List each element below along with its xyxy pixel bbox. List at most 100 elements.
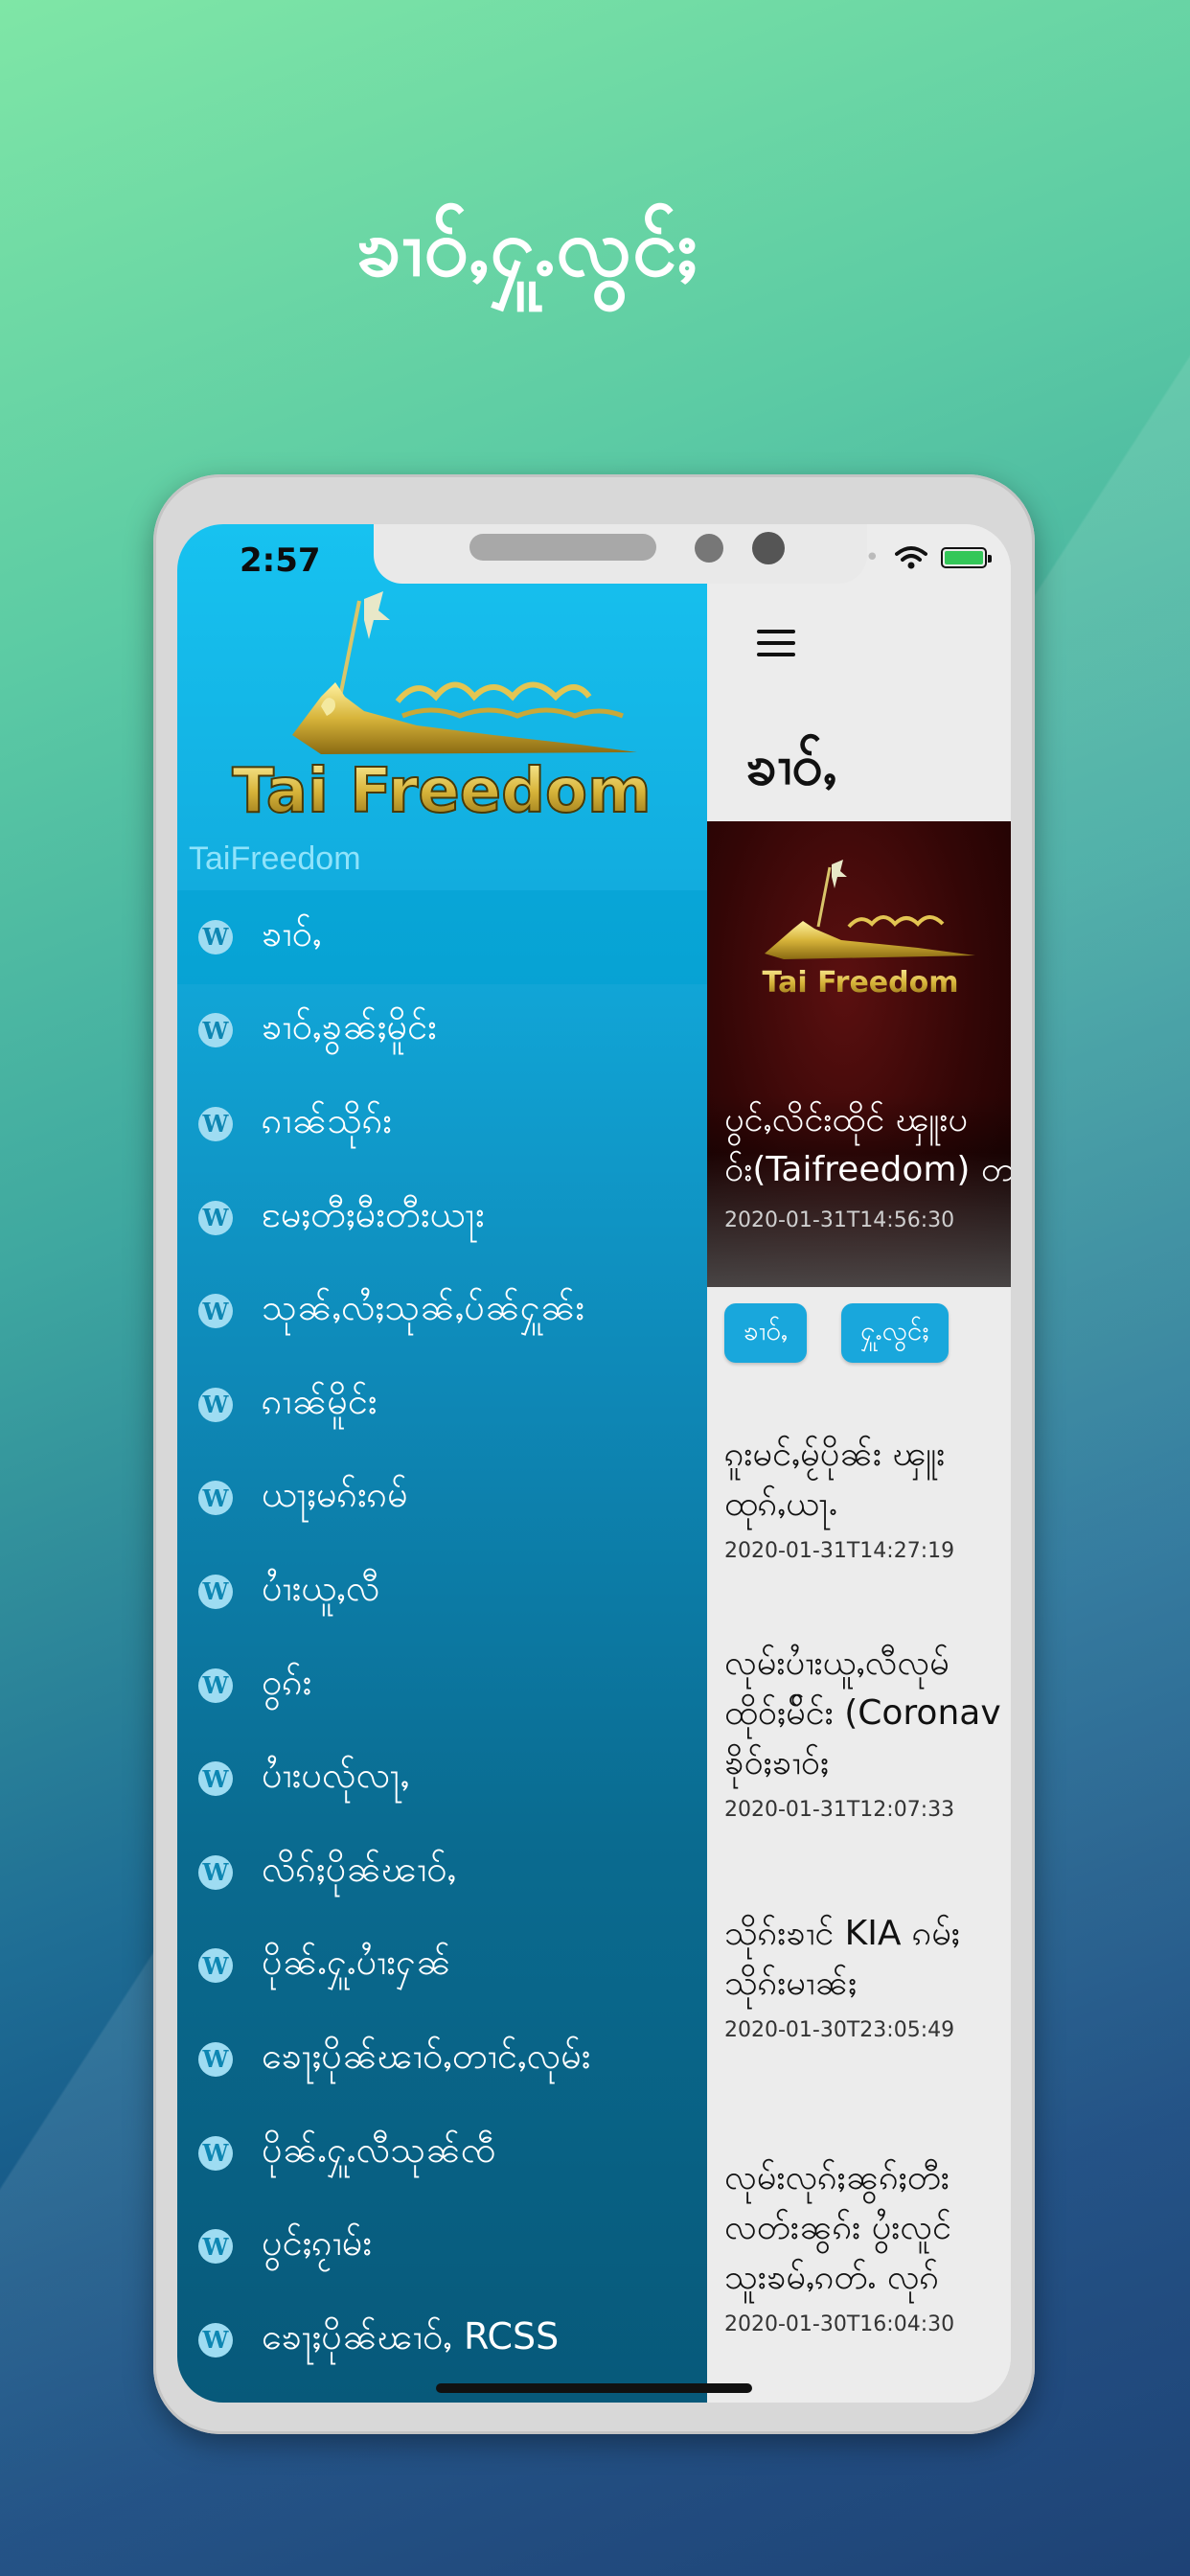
menu-item-label: ပိုၼ်ႉႁူႉပၢႆးႁၼ် (262, 1941, 451, 1984)
menu-item-news[interactable]: W ၶၢဝ်ႇ (177, 890, 707, 984)
wordpress-icon: W (198, 2041, 233, 2077)
menu-item-label: ၵၢၼ်သိုၵ်း (262, 1098, 393, 1141)
article-title: လုမ်းပၢႆးယူႇလီလုမ် ထိုဝ်ႈမ်ိင်း (Coronav… (724, 1639, 1011, 1788)
menu-item-label: မႄႈတီႈမီးတီးယႃး (262, 1192, 485, 1235)
wordpress-icon: W (198, 1948, 233, 1984)
navigation-drawer: 2:57 Tai Freedom TaiFreedom W ၶၢဝ်ႇ W ၶၢ… (177, 524, 707, 2403)
wordpress-icon: W (198, 1668, 233, 1703)
menu-item-label: ယႃႈမၵ်းၵမ် (262, 1473, 408, 1516)
main-content: ••• ၶၢဝ်ႇ (707, 524, 1011, 2403)
menu-item-military[interactable]: W ၵၢၼ်သိုၵ်း (177, 1077, 707, 1171)
menu-item-label: ဝွၵ်း (262, 1660, 312, 1703)
article-date: 2020-01-30T16:04:30 (724, 2312, 955, 2336)
menu-item-label: ပၢႆးပလ်ုလႃႇ (262, 1754, 410, 1797)
menu-item-articles[interactable]: W လိၵ်ႈပိုၼ်ၽၢဝ်ႇ (177, 1826, 707, 1920)
phone-notch (374, 524, 867, 584)
chip-knowledge[interactable]: ႁူႉလွင်ႈ (841, 1303, 949, 1363)
hero-date: 2020-01-31T14:56:30 (724, 1208, 955, 1232)
hero-title-line: ပွင်ႇလိင်းထိုင် ၾူးပ (724, 1100, 968, 1139)
wordpress-icon: W (198, 1574, 233, 1609)
article-item[interactable]: သိုၵ်းၶၢင် KIA ၵမ်ႈ သိုၵ်းမၢၼ်ႈ 2020-01-… (724, 1909, 1011, 2042)
wordpress-icon: W (198, 1481, 233, 1516)
article-date: 2020-01-31T12:07:33 (724, 1798, 955, 1822)
article-title: ၵူးမင်ႇမႂ်ပိုၼ်း ၾူး ထုၵ်ႇယႃႉ (724, 1430, 1011, 1530)
wordpress-icon: W (198, 2229, 233, 2265)
menu-item-domestic-news[interactable]: W ၶၢဝ်ႇၶွၼ်ႈမိူင်း (177, 984, 707, 1078)
chip-news[interactable]: ၶၢဝ်ႇ (724, 1303, 808, 1363)
menu-item-label: ၶၢဝ်ႇ (262, 911, 322, 954)
menu-item-label: ပၢႆးယူႇလီ (262, 1566, 380, 1609)
wordpress-icon: W (198, 1387, 233, 1422)
hero-title-line: ဝ်း(Taifreedom) တ (724, 1150, 1011, 1189)
menu-item-sports[interactable]: W ဝွၵ်း (177, 1639, 707, 1733)
wordpress-icon: W (198, 2135, 233, 2171)
article-title-line: ထုၵ်ႇယႃႉ (724, 1484, 838, 1524)
hamburger-menu-icon[interactable] (757, 630, 795, 664)
menu-item-rcss[interactable]: W ၶေႃႈပိုၼ်ၽၢဝ်ႇ RCSS (177, 2293, 707, 2387)
article-title: သိုၵ်းၶၢင် KIA ၵမ်ႈ သိုၵ်းမၢၼ်ႈ (724, 1909, 1011, 2009)
menu-item-media[interactable]: W မႄႈတီႈမီးတီးယႃး (177, 1171, 707, 1265)
wordpress-icon: W (198, 1761, 233, 1797)
article-title-line: လတ်းၼွၵ်း ပွႆးလူင် (724, 2208, 952, 2247)
article-date: 2020-01-31T14:27:19 (724, 1539, 955, 1563)
phone-screen: 2:57 Tai Freedom TaiFreedom W ၶၢဝ်ႇ W ၶၢ… (177, 524, 1011, 2403)
camera-icon (752, 532, 785, 564)
menu-item-label: ၶေႃႈပိုၼ်ၽၢဝ်ႇ RCSS (262, 2314, 560, 2358)
article-title-line: လုမ်းပၢႆးယူႇလီလုမ် (724, 1644, 950, 1683)
article-title-line: လုမ်းလုၵ်ႈၼွၵ်ႈတီး (724, 2158, 950, 2197)
article-title-line: သူးၶမ်ႇၵတ်ႉ လုၵ် (724, 2258, 939, 2297)
wordpress-icon: W (198, 1200, 233, 1235)
status-time: 2:57 (240, 541, 321, 580)
menu-item-label: ပိုၼ်ႉႁူႉလီသုၼ်ၸဵ (262, 2128, 496, 2171)
article-title-line: ၶိုဝ်ႈၶၢဝ်ႈ (724, 1743, 830, 1782)
sensor-icon (695, 534, 723, 563)
menu-item-interview[interactable]: W ပွင်ႈၵႂၢမ်း (177, 2199, 707, 2293)
wordpress-icon: W (198, 919, 233, 954)
hero-title: ပွင်ႇလိင်းထိုင် ၾူးပ ဝ်း(Taifreedom) တ (724, 1095, 1011, 1195)
wordpress-icon: W (198, 1106, 233, 1141)
hero-logo-text: Tai Freedom (763, 966, 959, 1000)
featured-article[interactable]: Tai Freedom ပွင်ႇလိင်းထိုင် ၾူးပ ဝ်း(Tai… (707, 821, 1011, 1287)
speaker-grille (469, 534, 656, 561)
logo-text: Tai Freedom (232, 756, 651, 827)
menu-item-label: သုၼ်ႇလႆႈသုၼ်ႇပ်ၼ်ႁူၼ်း (262, 1286, 585, 1329)
promo-headline: ၶၢဝ်ႇႁူႉလွင်ႈ (355, 200, 698, 294)
menu-item-knowledge-2[interactable]: W ပိုၼ်ႉႁူႉလီသုၼ်ၸဵ (177, 2106, 707, 2200)
article-title-line: ၵူးမင်ႇမႂ်ပိုၼ်း ၾူး (724, 1435, 946, 1474)
menu-item-label: ၶၢဝ်ႇၶွၼ်ႈမိူင်း (262, 1005, 437, 1048)
menu-item-health[interactable]: W ပၢႆးယူႇလီ (177, 1545, 707, 1639)
site-name: TaiFreedom (189, 840, 361, 877)
phone-frame: 2:57 Tai Freedom TaiFreedom W ၶၢဝ်ႇ W ၶၢ… (153, 474, 1035, 2434)
wordpress-icon: W (198, 2322, 233, 2358)
wordpress-icon: W (198, 1013, 233, 1048)
menu-item-knowledge[interactable]: W ပိုၼ်ႉႁူႉပၢႆးႁၼ် (177, 1920, 707, 2013)
menu-item-politics[interactable]: W ၵၢၼ်မိူင်း (177, 1358, 707, 1452)
menu-item-label: ၶေႃႈပိုၼ်ၽၢဝ်ႇတၢင်ႇလုမ်း (262, 2034, 591, 2077)
wifi-icon (895, 546, 928, 569)
hero-caption: ပွင်ႇလိင်းထိုင် ၾူးပ ဝ်း(Taifreedom) တ 2… (707, 1095, 1011, 1287)
menu-item-drugs[interactable]: W ယႃႈမၵ်းၵမ် (177, 1452, 707, 1546)
drawer-menu: W ၶၢဝ်ႇ W ၶၢဝ်ႇၶွၼ်ႈမိူင်း W ၵၢၼ်သိုၵ်း W မႄ… (177, 890, 707, 2387)
tai-freedom-logo: Tai Freedom (177, 591, 707, 831)
menu-item-label: ၵၢၼ်မိူင်း (262, 1379, 378, 1422)
category-chips: ၶၢဝ်ႇ ႁူႉလွင်ႈ (724, 1303, 949, 1363)
menu-item-international[interactable]: W ၶေႃႈပိုၼ်ၽၢဝ်ႇတၢင်ႇလုမ်း (177, 2012, 707, 2106)
home-indicator[interactable] (436, 2383, 752, 2393)
wordpress-icon: W (198, 1294, 233, 1329)
article-item[interactable]: လုမ်းလုၵ်ႈၼွၵ်ႈတီး လတ်းၼွၵ်း ပွႆးလူင် သူ… (724, 2153, 1011, 2336)
article-item[interactable]: ၵူးမင်ႇမႂ်ပိုၼ်း ၾူး ထုၵ်ႇယႃႉ 2020-01-31… (724, 1430, 1011, 1563)
article-date: 2020-01-30T23:05:49 (724, 2018, 955, 2042)
wordpress-icon: W (198, 1854, 233, 1890)
hero-logo-image: Tai Freedom (726, 860, 995, 1003)
page-title: ၶၢဝ်ႇ (745, 732, 837, 797)
article-title-line: ထိုဝ်ႈမ်ိင်း (Coronav (724, 1693, 1001, 1733)
menu-item-label: လိၵ်ႈပိုၼ်ၽၢဝ်ႇ (262, 1847, 457, 1890)
article-title: လုမ်းလုၵ်ႈၼွၵ်ႈတီး လတ်းၼွၵ်း ပွႆးလူင် သူ… (724, 2153, 1011, 2303)
article-item[interactable]: လုမ်းပၢႆးယူႇလီလုမ် ထိုဝ်ႈမ်ိင်း (Coronav… (724, 1639, 1011, 1822)
menu-item-human-rights[interactable]: W သုၼ်ႇလႆႈသုၼ်ႇပ်ၼ်ႁူၼ်း (177, 1264, 707, 1358)
menu-item-label: ပွင်ႈၵႂၢမ်း (262, 2221, 373, 2265)
article-title-line: သိုၵ်းၶၢင် KIA ၵမ်ႈ (724, 1914, 960, 1953)
battery-icon (941, 547, 993, 568)
menu-item-culture[interactable]: W ပၢႆးပလ်ုလႃႇ (177, 1732, 707, 1826)
article-title-line: သိုၵ်းမၢၼ်ႈ (724, 1964, 858, 2003)
